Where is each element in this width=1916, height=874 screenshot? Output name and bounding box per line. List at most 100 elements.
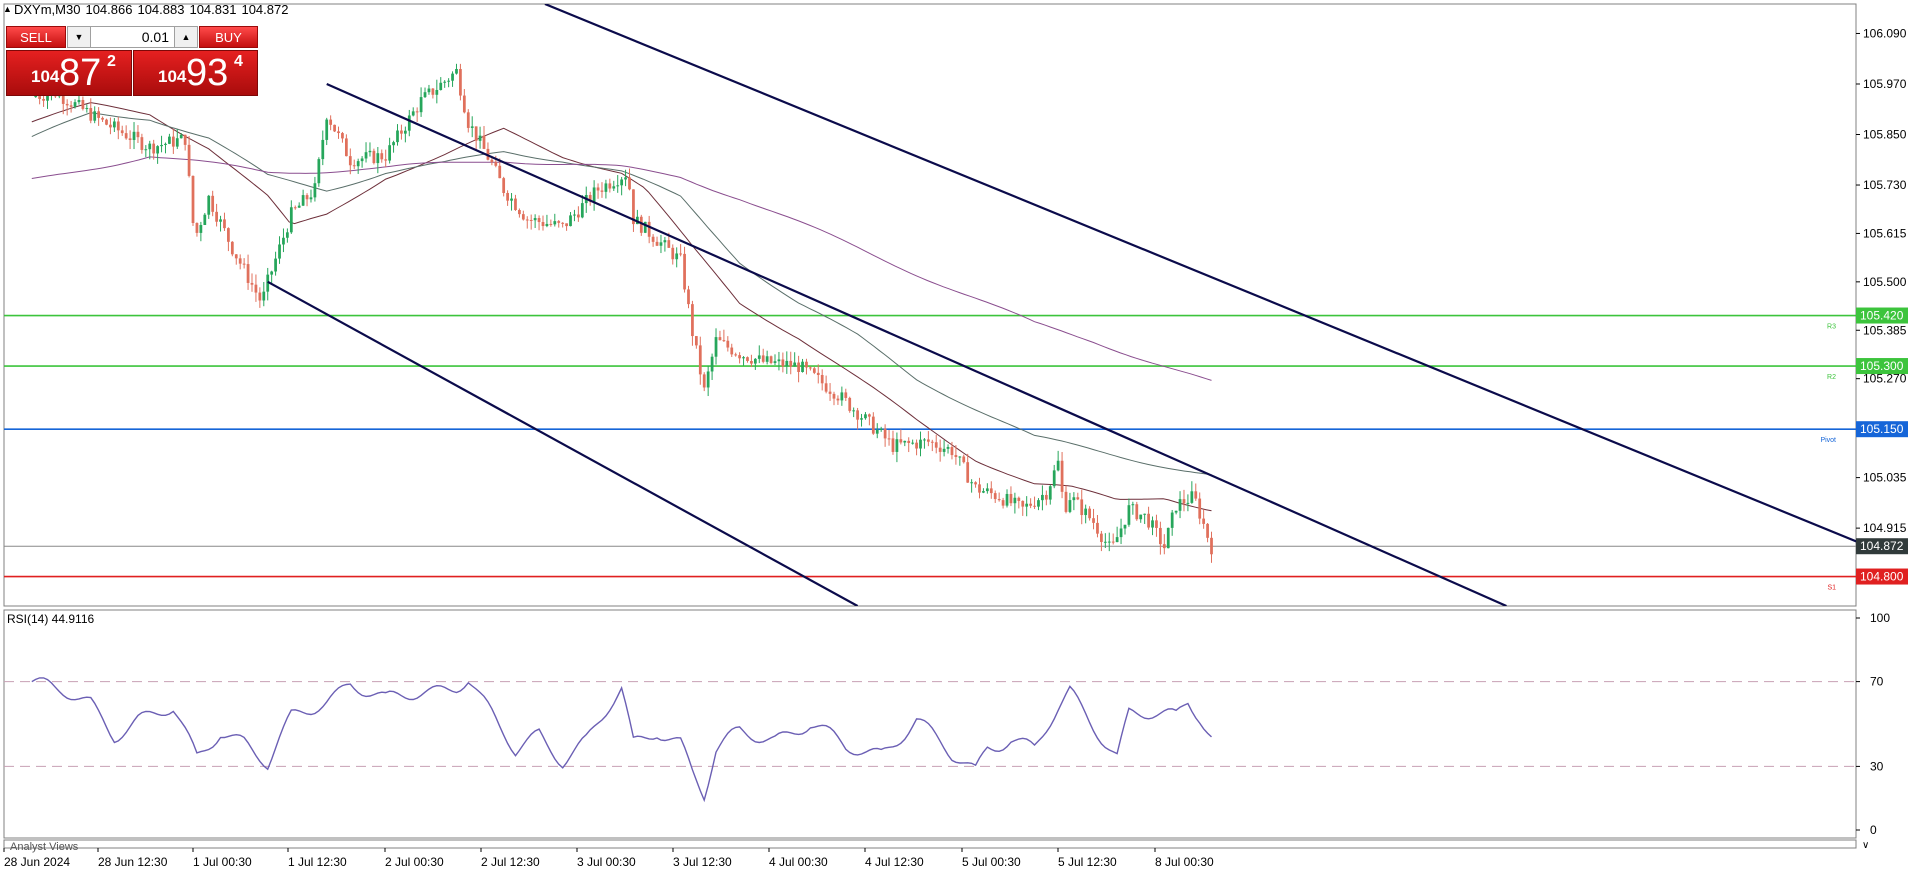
candle-body <box>1111 541 1115 543</box>
y-tick-label: 105.850 <box>1863 128 1907 142</box>
buy-price-button[interactable]: 104 93 4 <box>133 50 258 96</box>
candle-body <box>836 398 840 401</box>
candle <box>596 183 600 199</box>
candle <box>112 118 116 132</box>
candle <box>168 133 171 145</box>
rsi-tick-label: 0 <box>1870 823 1877 837</box>
candle <box>569 212 572 227</box>
candle-body <box>478 135 482 141</box>
candle <box>400 124 403 140</box>
candle <box>164 142 167 154</box>
candle-body <box>352 165 356 167</box>
candle <box>423 87 427 98</box>
y-tick-label: 105.500 <box>1863 275 1907 289</box>
candle-body <box>286 232 289 238</box>
candle <box>887 430 891 446</box>
candle-body <box>396 130 399 143</box>
candle <box>1064 485 1068 514</box>
candle <box>647 215 651 244</box>
candle <box>557 220 561 228</box>
y-tick-label: 105.730 <box>1863 178 1907 192</box>
candle-body <box>289 207 293 233</box>
candle <box>1096 514 1099 538</box>
candle <box>85 104 89 113</box>
sell-button[interactable]: SELL <box>6 26 66 48</box>
candle-body <box>1029 503 1032 506</box>
candle <box>77 95 81 105</box>
candle-body <box>148 143 152 150</box>
candle-body <box>439 82 443 90</box>
candle <box>1210 531 1213 563</box>
rsi-tick-label: 70 <box>1870 675 1884 689</box>
candle <box>577 206 580 222</box>
candle-body <box>868 414 871 417</box>
candle <box>352 159 356 170</box>
candle <box>911 439 915 445</box>
candle-body <box>502 178 506 193</box>
candle-body <box>1076 497 1080 500</box>
candle-body <box>624 177 627 180</box>
candle-body <box>1155 520 1158 528</box>
collapse-triangle-icon[interactable]: ▲ <box>3 4 12 14</box>
candle <box>639 214 643 236</box>
candle <box>341 131 344 143</box>
sell-price-button[interactable]: 104 87 2 <box>6 50 132 96</box>
candle-body <box>1210 537 1213 555</box>
candle <box>344 134 348 157</box>
candle <box>1119 518 1123 545</box>
candle <box>470 116 474 138</box>
candle <box>246 254 250 290</box>
candle-body <box>1072 497 1076 501</box>
candle <box>1013 492 1017 514</box>
candle <box>1166 527 1170 549</box>
candle <box>1198 492 1202 525</box>
candle-body <box>34 96 38 98</box>
level-name-r2: R2 <box>1827 374 1836 381</box>
candle <box>388 137 392 164</box>
candle-body <box>974 482 977 485</box>
candle <box>502 176 506 197</box>
candle <box>848 396 852 413</box>
buy-button[interactable]: BUY <box>199 26 258 48</box>
candle <box>726 336 730 352</box>
candle-body <box>785 360 789 367</box>
candle-body <box>856 410 859 420</box>
candle-body <box>812 368 816 373</box>
candle <box>1088 506 1091 521</box>
volume-up-icon[interactable]: ▲ <box>174 27 197 47</box>
candle <box>738 352 741 364</box>
candle <box>510 193 513 211</box>
candle <box>305 193 309 207</box>
candle-body <box>270 271 274 275</box>
volume-stepper[interactable]: ▼ 0.01 ▲ <box>67 26 198 48</box>
candle <box>329 115 333 131</box>
candle-body <box>109 124 112 128</box>
candle <box>525 216 529 229</box>
candle-body <box>765 356 769 362</box>
candle-body <box>223 219 226 229</box>
candle-body <box>219 219 222 222</box>
candle-body <box>730 347 734 355</box>
candle-body <box>356 161 360 167</box>
candle <box>655 236 659 247</box>
candle <box>970 479 974 493</box>
candle-body <box>982 491 985 493</box>
candle-body <box>950 447 954 456</box>
candle-body <box>1159 527 1162 545</box>
rsi-panel-border <box>3 609 1857 839</box>
candle-body <box>616 185 620 187</box>
candle-body <box>691 304 694 337</box>
candle-body <box>580 203 584 218</box>
volume-dropdown-icon[interactable]: ▼ <box>68 27 91 47</box>
candle <box>836 395 840 405</box>
candle <box>301 189 305 207</box>
rsi-label: RSI(14) 44.9116 <box>7 612 95 626</box>
candle <box>565 223 568 231</box>
candle-body <box>333 124 336 132</box>
candle-body <box>891 438 895 452</box>
candle-body <box>112 121 116 128</box>
volume-input[interactable]: 0.01 <box>142 27 169 47</box>
candle-body <box>553 221 557 225</box>
candle <box>761 348 765 364</box>
candle-body <box>227 228 230 242</box>
